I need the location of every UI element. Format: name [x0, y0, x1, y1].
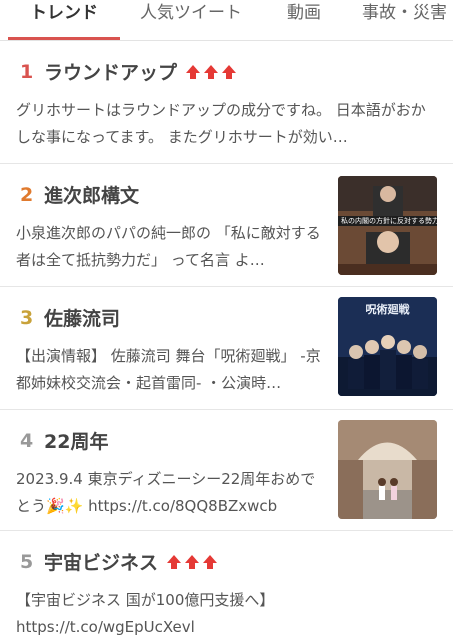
tab-bar: トレンド 人気ツイート 動画 事故・災害 [0, 0, 453, 41]
active-tab-indicator [8, 37, 120, 40]
trend-item-3[interactable]: 3 佐藤流司 【出演情報】 佐藤流司 舞台「呪術廻戦」 -京都姉妹校交流会・起首… [0, 287, 453, 410]
rank-number: 5 [20, 550, 34, 573]
rank-number: 4 [20, 429, 34, 452]
thumbnail-caption: 呪術廻戦 [365, 303, 410, 316]
trend-title: 22周年 [44, 431, 109, 453]
tab-trend[interactable]: トレンド [30, 0, 98, 40]
up-arrow-icon [222, 64, 237, 79]
rank-number: 1 [20, 60, 34, 83]
rising-arrows [166, 554, 220, 570]
trend-title: 進次郎構文 [44, 185, 140, 207]
trend-thumbnail [338, 420, 437, 519]
rising-arrows [185, 64, 239, 80]
thumbnail-caption: 私の内閣の方針に反対する勢力 [341, 217, 437, 225]
trend-title: 佐藤流司 [44, 308, 121, 330]
rank-number: 2 [20, 183, 34, 206]
trend-item-1[interactable]: 1 ラウンドアップ グリホサートはラウンドアップの成分ですね。 日本語がおかしな… [0, 41, 453, 164]
tab-accident-disaster[interactable]: 事故・災害 [362, 0, 447, 40]
tab-video[interactable]: 動画 [287, 0, 321, 40]
tab-popular-tweets[interactable]: 人気ツイート [140, 0, 242, 40]
trend-snippet: 【宇宙ビジネス 国が100億円支援へ】 https://t.co/wgEpUcX… [16, 591, 275, 636]
trend-snippet: 小泉進次郎のパパの純一郎の 「私に敵対する者は全て抵抗勢力だ」 って名言 よ… [16, 224, 321, 269]
up-arrow-icon [203, 554, 218, 569]
up-arrow-icon [186, 64, 201, 79]
trend-title: 宇宙ビジネス [44, 552, 159, 574]
trend-thumbnail: 呪術廻戦 [338, 297, 437, 396]
trend-item-4[interactable]: 4 22周年 2023.9.4 東京ディズニーシー22周年おめでとう🎉✨ htt… [0, 410, 453, 531]
up-arrow-icon [167, 554, 182, 569]
trend-thumbnail: 私の内閣の方針に反対する勢力 [338, 176, 437, 275]
trend-title: ラウンドアップ [44, 62, 178, 84]
trend-item-2[interactable]: 2 進次郎構文 小泉進次郎のパパの純一郎の 「私に敵対する者は全て抵抗勢力だ」 … [0, 164, 453, 287]
up-arrow-icon [204, 64, 219, 79]
up-arrow-icon [185, 554, 200, 569]
trend-snippet: グリホサートはラウンドアップの成分ですね。 日本語がおかしな事になってます。 ま… [16, 101, 426, 146]
trend-item-5[interactable]: 5 宇宙ビジネス 【宇宙ビジネス 国が100億円支援へ】 https://t.c… [0, 531, 453, 640]
trend-snippet: 2023.9.4 東京ディズニーシー22周年おめでとう🎉✨ https://t.… [16, 470, 316, 515]
trend-snippet: 【出演情報】 佐藤流司 舞台「呪術廻戦」 -京都姉妹校交流会・起首雷同- ・公演… [16, 347, 321, 392]
rank-number: 3 [20, 306, 34, 329]
